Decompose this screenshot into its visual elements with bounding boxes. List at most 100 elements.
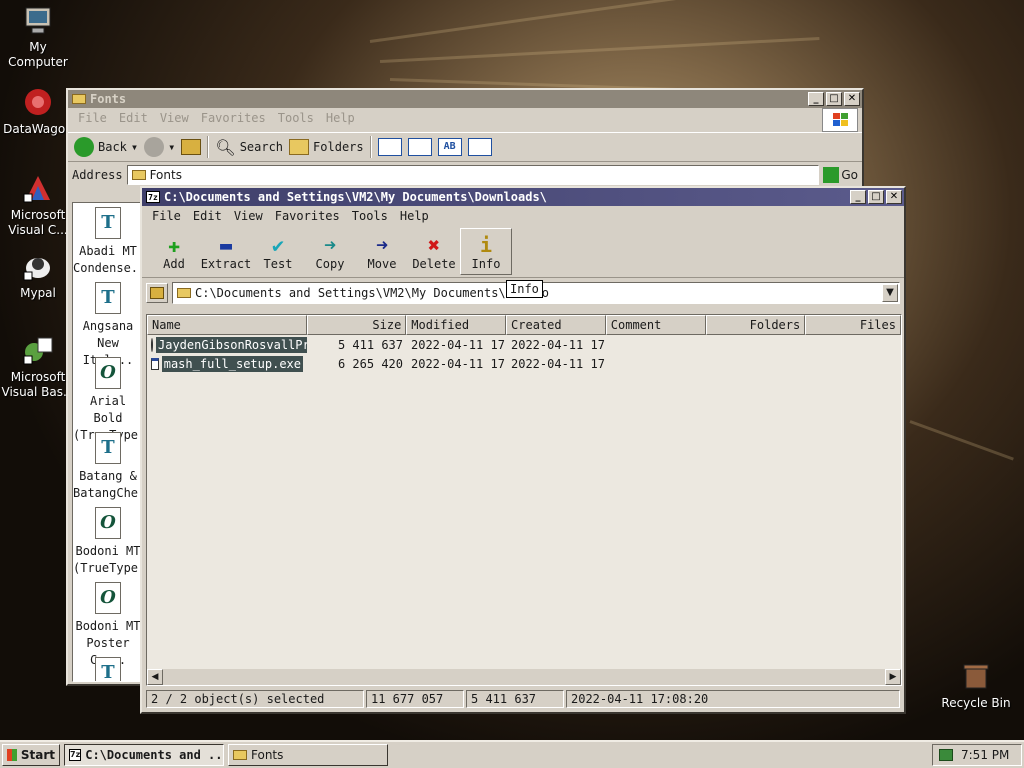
horizontal-scrollbar[interactable]: ◀ ▶	[147, 669, 901, 685]
file-created: 2022-04-11 17...	[511, 337, 607, 352]
sevenzip-window[interactable]: 7z C:\Documents and Settings\VM2\My Docu…	[140, 186, 906, 714]
desktop-icon-recycle-bin[interactable]: Recycle Bin	[938, 660, 1014, 711]
test-button[interactable]: ✔ Test	[252, 228, 304, 275]
back-button[interactable]: Back ▾	[74, 137, 138, 157]
large-icons-icon	[377, 138, 402, 156]
exe-file-icon	[151, 357, 159, 370]
font-file-item[interactable]: T	[73, 657, 141, 681]
menu-help[interactable]: Help	[320, 111, 361, 125]
taskbar-item-fonts[interactable]: Fonts	[228, 744, 388, 766]
menu-tools[interactable]: Tools	[346, 209, 394, 223]
address-input[interactable]: Fonts	[126, 165, 820, 185]
opentype-font-icon: O	[95, 582, 121, 614]
menu-view[interactable]: View	[228, 209, 269, 223]
search-button[interactable]: 🔍︎ Search	[215, 138, 283, 157]
windows-flag-icon	[7, 749, 17, 761]
info-tooltip: Info	[506, 280, 543, 298]
folder-icon	[72, 94, 86, 104]
menu-help[interactable]: Help	[394, 209, 435, 223]
sevenzip-toolbar: ✚ Add ▬ Extract ✔ Test ➜ Copy ➜ Move ✖ D…	[142, 226, 904, 278]
minimize-button[interactable]: _	[850, 190, 866, 204]
extract-icon: ▬	[219, 232, 233, 257]
sevenzip-app-icon: 7z	[69, 749, 82, 761]
column-header-size[interactable]: Size	[306, 315, 407, 335]
scroll-left-button[interactable]: ◀	[147, 669, 163, 685]
menu-file[interactable]: File	[146, 209, 187, 223]
menu-view[interactable]: View	[154, 111, 195, 125]
font-names-icon: AB	[437, 138, 462, 156]
maximize-button[interactable]: □	[826, 92, 842, 106]
sevenzip-titlebar[interactable]: 7z C:\Documents and Settings\VM2\My Docu…	[142, 188, 904, 206]
dropdown-arrow-button[interactable]: ▼	[882, 284, 898, 302]
clock[interactable]: 7:51 PM	[961, 748, 1009, 762]
fonts-window-titlebar[interactable]: Fonts _ □ ✕	[68, 90, 862, 108]
desktop-icon-my-computer[interactable]: My Computer	[0, 4, 76, 70]
column-header-created[interactable]: Created	[506, 315, 606, 335]
address-label: Address	[72, 168, 123, 182]
menu-file[interactable]: File	[72, 111, 113, 125]
status-selected-size: 5 411 637	[466, 690, 564, 708]
table-row[interactable]: mash_full_setup.exe 6 265 420 2022-04-11…	[147, 354, 901, 373]
view-large-icons-button[interactable]	[377, 138, 402, 156]
info-button[interactable]: i Info	[460, 228, 512, 275]
view-small-icons-button[interactable]	[407, 138, 432, 156]
up-folder-icon	[181, 139, 202, 155]
desktop-icon-mypal[interactable]: Mypal	[0, 250, 76, 301]
up-folder-icon	[150, 287, 164, 299]
menu-tools[interactable]: Tools	[272, 111, 320, 125]
extract-button[interactable]: ▬ Extract	[200, 228, 252, 275]
column-header-name[interactable]: Name	[147, 315, 307, 335]
desktop-icon-visual-basic[interactable]: Microsoft Visual Bas...	[0, 334, 76, 400]
font-file-item[interactable]: T Abadi MT Condense...	[73, 207, 141, 277]
file-name: mash_full_setup.exe	[161, 355, 303, 372]
start-button[interactable]: Start	[2, 744, 60, 766]
close-button[interactable]: ✕	[844, 92, 860, 106]
mypal-icon	[22, 250, 54, 282]
minimize-button[interactable]: _	[808, 92, 824, 106]
column-header-comment[interactable]: Comment	[605, 315, 706, 335]
view-font-names-button[interactable]: AB	[437, 138, 462, 156]
font-file-item[interactable]: O Bodoni MT Poster Co...	[73, 582, 141, 669]
font-file-item[interactable]: T Batang & BatangChe...	[73, 432, 141, 502]
fonts-toolbar: Back ▾ ▾ 🔍︎ Search Folders AB	[68, 132, 862, 162]
column-header-files[interactable]: Files	[805, 315, 901, 335]
maximize-button[interactable]: □	[868, 190, 884, 204]
desktop-icon-visual-c[interactable]: Microsoft Visual C...	[0, 172, 76, 238]
move-button[interactable]: ➜ Move	[356, 228, 408, 275]
visual-cpp-icon	[22, 172, 54, 204]
truetype-font-icon: T	[95, 207, 121, 239]
font-file-item[interactable]: O Arial Bold (TrueType)	[73, 357, 141, 444]
desktop-icon-datawagon[interactable]: DataWagon	[0, 86, 76, 137]
menu-edit[interactable]: Edit	[113, 111, 154, 125]
file-size: 5 411 637	[337, 337, 403, 352]
system-tray: 7:51 PM	[932, 744, 1022, 766]
network-tray-icon[interactable]	[939, 749, 953, 761]
search-icon: 🔍︎	[215, 137, 236, 157]
menu-edit[interactable]: Edit	[187, 209, 228, 223]
go-button[interactable]: Go	[823, 167, 858, 183]
up-folder-button[interactable]	[181, 139, 202, 155]
close-button[interactable]: ✕	[886, 190, 902, 204]
folder-icon	[131, 170, 146, 180]
menu-favorites[interactable]: Favorites	[195, 111, 272, 125]
font-file-item[interactable]: T Angsana New Ital...	[73, 282, 141, 369]
view-details-button[interactable]	[467, 138, 492, 156]
test-icon: ✔	[271, 232, 285, 257]
copy-button[interactable]: ➜ Copy	[304, 228, 356, 275]
wallpaper-ray	[909, 420, 1014, 461]
menu-favorites[interactable]: Favorites	[269, 209, 346, 223]
taskbar-item-sevenzip[interactable]: 7z C:\Documents and ...	[64, 744, 224, 766]
move-arrow-icon: ➜	[375, 232, 389, 257]
delete-button[interactable]: ✖ Delete	[408, 228, 460, 275]
forward-button[interactable]: ▾	[144, 137, 175, 157]
folder-icon	[177, 288, 191, 298]
column-header-folders[interactable]: Folders	[705, 315, 806, 335]
add-button[interactable]: ✚ Add	[148, 228, 200, 275]
folders-button[interactable]: Folders	[289, 139, 364, 155]
font-file-item[interactable]: O Bodoni MT (TrueType)	[73, 507, 141, 577]
up-folder-button[interactable]	[146, 283, 168, 303]
visual-basic-icon	[22, 334, 54, 366]
scroll-right-button[interactable]: ▶	[885, 669, 901, 685]
table-row[interactable]: JaydenGibsonRosvallPr... 5 411 637 2022-…	[147, 335, 901, 354]
column-header-modified[interactable]: Modified	[406, 315, 507, 335]
